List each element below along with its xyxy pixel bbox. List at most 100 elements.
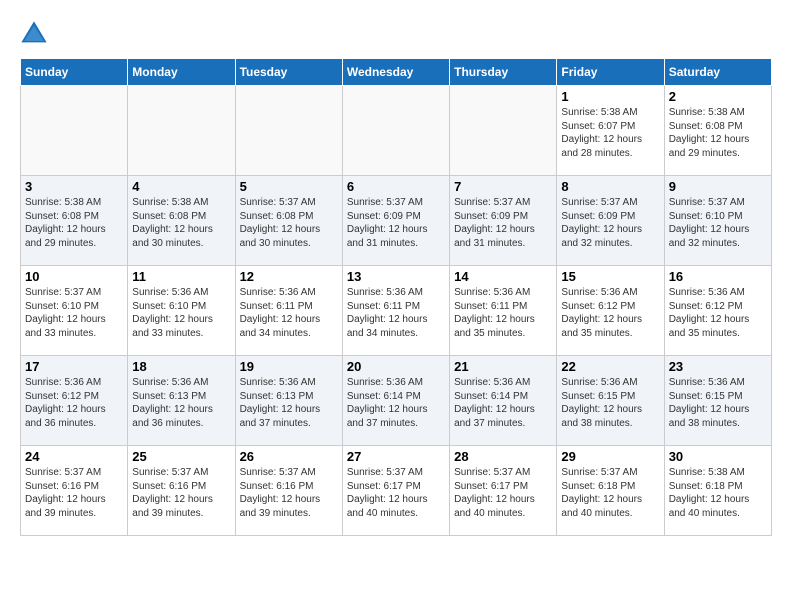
day-info: Sunrise: 5:37 AM Sunset: 6:16 PM Dayligh… <box>132 466 230 520</box>
weekday-header-monday: Monday <box>128 59 235 86</box>
calendar-cell <box>450 86 557 176</box>
calendar-cell: 27 Sunrise: 5:37 AM Sunset: 6:17 PM Dayli… <box>342 446 449 536</box>
day-info: Sunrise: 5:37 AM Sunset: 6:16 PM Dayligh… <box>25 466 123 520</box>
calendar-cell: 18 Sunrise: 5:36 AM Sunset: 6:13 PM Dayli… <box>128 356 235 446</box>
calendar-cell: 10 Sunrise: 5:37 AM Sunset: 6:10 PM Dayli… <box>21 266 128 356</box>
day-info: Sunrise: 5:38 AM Sunset: 6:07 PM Dayligh… <box>561 106 659 160</box>
day-number: 20 <box>347 359 445 374</box>
logo <box>20 20 52 48</box>
day-number: 6 <box>347 179 445 194</box>
day-info: Sunrise: 5:37 AM Sunset: 6:09 PM Dayligh… <box>454 196 552 250</box>
day-number: 9 <box>669 179 767 194</box>
calendar-cell: 19 Sunrise: 5:36 AM Sunset: 6:13 PM Dayli… <box>235 356 342 446</box>
calendar-cell: 26 Sunrise: 5:37 AM Sunset: 6:16 PM Dayli… <box>235 446 342 536</box>
calendar-cell: 24 Sunrise: 5:37 AM Sunset: 6:16 PM Dayli… <box>21 446 128 536</box>
day-info: Sunrise: 5:38 AM Sunset: 6:08 PM Dayligh… <box>669 106 767 160</box>
day-number: 4 <box>132 179 230 194</box>
day-number: 28 <box>454 449 552 464</box>
day-info: Sunrise: 5:36 AM Sunset: 6:12 PM Dayligh… <box>25 376 123 430</box>
day-info: Sunrise: 5:36 AM Sunset: 6:11 PM Dayligh… <box>454 286 552 340</box>
calendar-cell: 21 Sunrise: 5:36 AM Sunset: 6:14 PM Dayli… <box>450 356 557 446</box>
weekday-header-tuesday: Tuesday <box>235 59 342 86</box>
day-info: Sunrise: 5:37 AM Sunset: 6:09 PM Dayligh… <box>561 196 659 250</box>
calendar-week-2: 3 Sunrise: 5:38 AM Sunset: 6:08 PM Daylig… <box>21 176 772 266</box>
day-number: 12 <box>240 269 338 284</box>
calendar-cell: 9 Sunrise: 5:37 AM Sunset: 6:10 PM Daylig… <box>664 176 771 266</box>
logo-icon <box>20 20 48 48</box>
calendar-cell: 11 Sunrise: 5:36 AM Sunset: 6:10 PM Dayli… <box>128 266 235 356</box>
calendar-body: 1 Sunrise: 5:38 AM Sunset: 6:07 PM Daylig… <box>21 86 772 536</box>
calendar-week-5: 24 Sunrise: 5:37 AM Sunset: 6:16 PM Dayli… <box>21 446 772 536</box>
calendar-cell: 22 Sunrise: 5:36 AM Sunset: 6:15 PM Dayli… <box>557 356 664 446</box>
day-number: 21 <box>454 359 552 374</box>
day-number: 3 <box>25 179 123 194</box>
day-info: Sunrise: 5:37 AM Sunset: 6:17 PM Dayligh… <box>454 466 552 520</box>
day-info: Sunrise: 5:37 AM Sunset: 6:18 PM Dayligh… <box>561 466 659 520</box>
day-info: Sunrise: 5:38 AM Sunset: 6:08 PM Dayligh… <box>25 196 123 250</box>
calendar-cell: 6Sunrise: 5:37 AM Sunset: 6:09 PM Daylig… <box>342 176 449 266</box>
calendar-cell: 5Sunrise: 5:37 AM Sunset: 6:08 PM Daylig… <box>235 176 342 266</box>
day-info: Sunrise: 5:36 AM Sunset: 6:15 PM Dayligh… <box>669 376 767 430</box>
weekday-header-friday: Friday <box>557 59 664 86</box>
day-number: 19 <box>240 359 338 374</box>
day-number: 30 <box>669 449 767 464</box>
calendar-cell: 15Sunrise: 5:36 AM Sunset: 6:12 PM Dayli… <box>557 266 664 356</box>
day-info: Sunrise: 5:37 AM Sunset: 6:10 PM Dayligh… <box>669 196 767 250</box>
day-info: Sunrise: 5:36 AM Sunset: 6:12 PM Dayligh… <box>561 286 659 340</box>
day-info: Sunrise: 5:37 AM Sunset: 6:17 PM Dayligh… <box>347 466 445 520</box>
calendar-week-3: 10 Sunrise: 5:37 AM Sunset: 6:10 PM Dayli… <box>21 266 772 356</box>
weekday-header-saturday: Saturday <box>664 59 771 86</box>
calendar-cell: 30 Sunrise: 5:38 AM Sunset: 6:18 PM Dayli… <box>664 446 771 536</box>
calendar-cell: 2 Sunrise: 5:38 AM Sunset: 6:08 PM Daylig… <box>664 86 771 176</box>
day-number: 22 <box>561 359 659 374</box>
day-info: Sunrise: 5:38 AM Sunset: 6:18 PM Dayligh… <box>669 466 767 520</box>
weekday-header-row: SundayMondayTuesdayWednesdayThursdayFrid… <box>21 59 772 86</box>
calendar-cell: 28 Sunrise: 5:37 AM Sunset: 6:17 PM Dayli… <box>450 446 557 536</box>
day-info: Sunrise: 5:36 AM Sunset: 6:11 PM Dayligh… <box>240 286 338 340</box>
day-number: 18 <box>132 359 230 374</box>
day-info: Sunrise: 5:36 AM Sunset: 6:11 PM Dayligh… <box>347 286 445 340</box>
day-number: 25 <box>132 449 230 464</box>
day-number: 13 <box>347 269 445 284</box>
calendar-cell: 1 Sunrise: 5:38 AM Sunset: 6:07 PM Daylig… <box>557 86 664 176</box>
day-number: 26 <box>240 449 338 464</box>
day-info: Sunrise: 5:37 AM Sunset: 6:08 PM Dayligh… <box>240 196 338 250</box>
page-header <box>20 20 772 48</box>
day-info: Sunrise: 5:36 AM Sunset: 6:14 PM Dayligh… <box>347 376 445 430</box>
day-number: 16 <box>669 269 767 284</box>
day-info: Sunrise: 5:36 AM Sunset: 6:13 PM Dayligh… <box>240 376 338 430</box>
day-number: 29 <box>561 449 659 464</box>
calendar-cell: 7 Sunrise: 5:37 AM Sunset: 6:09 PM Daylig… <box>450 176 557 266</box>
calendar-cell: 3 Sunrise: 5:38 AM Sunset: 6:08 PM Daylig… <box>21 176 128 266</box>
calendar-cell <box>235 86 342 176</box>
calendar-cell: 8 Sunrise: 5:37 AM Sunset: 6:09 PM Daylig… <box>557 176 664 266</box>
calendar-cell <box>21 86 128 176</box>
day-number: 17 <box>25 359 123 374</box>
day-number: 7 <box>454 179 552 194</box>
calendar-cell: 23Sunrise: 5:36 AM Sunset: 6:15 PM Dayli… <box>664 356 771 446</box>
calendar-cell <box>128 86 235 176</box>
day-info: Sunrise: 5:36 AM Sunset: 6:13 PM Dayligh… <box>132 376 230 430</box>
day-number: 2 <box>669 89 767 104</box>
day-info: Sunrise: 5:38 AM Sunset: 6:08 PM Dayligh… <box>132 196 230 250</box>
calendar-cell <box>342 86 449 176</box>
calendar-cell: 4 Sunrise: 5:38 AM Sunset: 6:08 PM Daylig… <box>128 176 235 266</box>
day-info: Sunrise: 5:36 AM Sunset: 6:10 PM Dayligh… <box>132 286 230 340</box>
day-number: 8 <box>561 179 659 194</box>
day-info: Sunrise: 5:36 AM Sunset: 6:15 PM Dayligh… <box>561 376 659 430</box>
day-number: 1 <box>561 89 659 104</box>
calendar-cell: 20 Sunrise: 5:36 AM Sunset: 6:14 PM Dayli… <box>342 356 449 446</box>
day-info: Sunrise: 5:37 AM Sunset: 6:16 PM Dayligh… <box>240 466 338 520</box>
calendar-cell: 13 Sunrise: 5:36 AM Sunset: 6:11 PM Dayli… <box>342 266 449 356</box>
day-number: 24 <box>25 449 123 464</box>
calendar-cell: 12 Sunrise: 5:36 AM Sunset: 6:11 PM Dayli… <box>235 266 342 356</box>
day-number: 27 <box>347 449 445 464</box>
day-info: Sunrise: 5:36 AM Sunset: 6:14 PM Dayligh… <box>454 376 552 430</box>
calendar-week-1: 1 Sunrise: 5:38 AM Sunset: 6:07 PM Daylig… <box>21 86 772 176</box>
day-number: 11 <box>132 269 230 284</box>
calendar-week-4: 17 Sunrise: 5:36 AM Sunset: 6:12 PM Dayli… <box>21 356 772 446</box>
day-number: 10 <box>25 269 123 284</box>
day-info: Sunrise: 5:37 AM Sunset: 6:10 PM Dayligh… <box>25 286 123 340</box>
calendar-cell: 14Sunrise: 5:36 AM Sunset: 6:11 PM Dayli… <box>450 266 557 356</box>
weekday-header-thursday: Thursday <box>450 59 557 86</box>
